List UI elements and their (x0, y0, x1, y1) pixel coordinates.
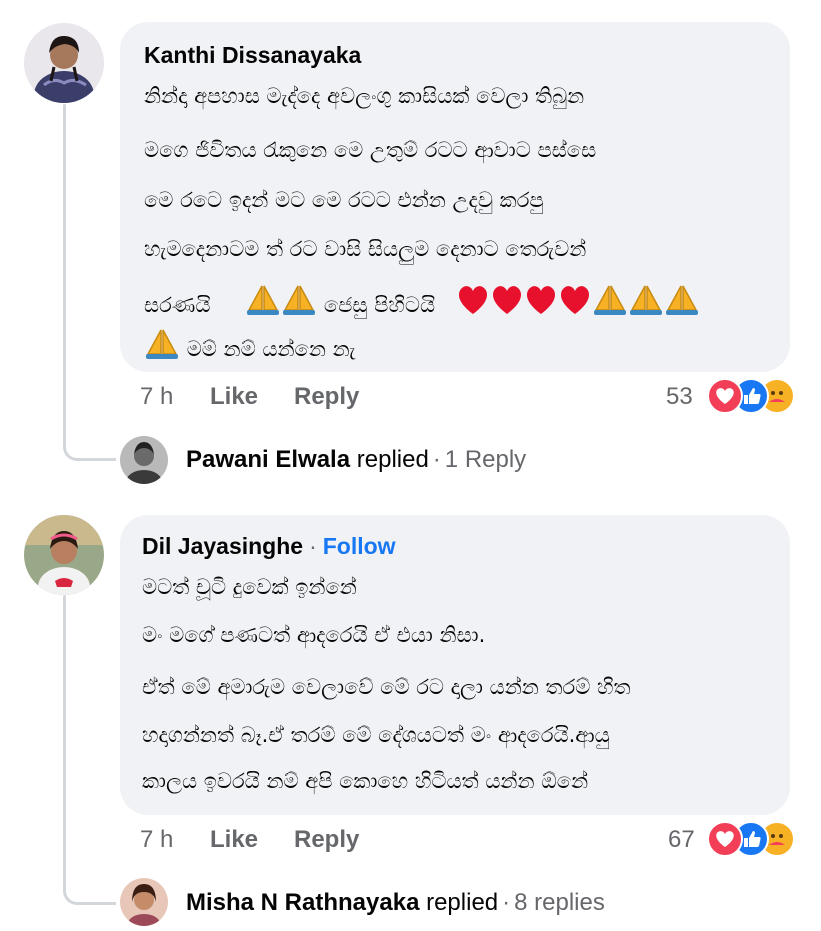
thread-line-1 (63, 104, 66, 434)
comment-actions-1: 7 h Like Reply (140, 383, 440, 413)
thread-elbow-2 (63, 860, 116, 905)
comment-line: හදාගන්නත් බෑ.ඒ තරම් මේ දේශයටත් මං ආදරෙයි… (142, 723, 610, 747)
avatar-kanthi[interactable] (24, 23, 104, 103)
like-button[interactable]: Like (210, 383, 258, 411)
reply-preview-1[interactable]: Pawani Elwala replied · 1 Reply (186, 446, 526, 474)
comment-author[interactable]: Kanthi Dissanayaka (144, 42, 361, 69)
comment-bubble-1: Kanthi Dissanayaka නින්දා අපහාස මැද්දෙ අ… (120, 22, 790, 372)
love-reaction-icon (707, 378, 743, 414)
thread-elbow-1 (63, 420, 116, 461)
red-heart-emoji (490, 284, 524, 321)
reply-button[interactable]: Reply (294, 383, 359, 411)
avatar-dil[interactable] (24, 515, 104, 595)
comment-line: ඒත් මේ අමාරුම වෙලාවේ මේ රට දාලා යන්න තරම… (142, 675, 631, 699)
reply-button[interactable]: Reply (294, 826, 359, 854)
folded-hands-emoji (664, 284, 700, 321)
comment-line-emoji: මම් නම් යන්නෙ නැ (144, 328, 355, 365)
comment-line: මගෙ ජිවිතය රැකුනෙ මෙ උතුම් රටට ආවාට පස්ස… (144, 138, 597, 162)
reaction-count[interactable]: 67 (668, 826, 695, 854)
red-heart-emoji (558, 284, 592, 321)
comment-author[interactable]: Dil Jayasinghe · Follow (142, 533, 396, 560)
comment-line: නින්දා අපහාස මැද්දෙ අවලංගු කාසියක් වෙලා … (144, 84, 585, 108)
folded-hands-emoji (144, 328, 180, 365)
comment-line: මටත් චූටි දුවෙක් ඉන්නේ (142, 575, 357, 599)
comment-line-emoji: සරණයි ජෙසු පිහිටයි (144, 284, 700, 321)
thread-line-2 (63, 595, 66, 875)
comment-line: මං මගේ පණටත් ආදරෙයි ඒ එයා නිසා. (142, 623, 486, 647)
folded-hands-emoji (592, 284, 628, 321)
folded-hands-emoji (628, 284, 664, 321)
comment-actions-2: 7 h Like Reply (140, 826, 440, 856)
comment-time[interactable]: 7 h (140, 826, 173, 854)
comment-bubble-2: Dil Jayasinghe · Follow මටත් චූටි දුවෙක් ඉ… (120, 515, 790, 815)
comment-line: මෙ රටෙ ඉදන් මට මෙ රටට එන්න උදවු කරපු (144, 188, 544, 212)
love-reaction-icon (707, 821, 743, 857)
comment-line: කාලය ඉවරයි නම් අපි කොහෙ හිටියත් යන්න ඕනේ (142, 769, 589, 793)
reaction-icons-2[interactable] (707, 821, 797, 857)
folded-hands-emoji (245, 284, 281, 321)
red-heart-emoji (456, 284, 490, 321)
follow-button[interactable]: Follow (323, 533, 396, 559)
reply-preview-2[interactable]: Misha N Rathnayaka replied · 8 replies (186, 889, 605, 917)
avatar-pawani[interactable] (120, 436, 168, 484)
comment-line: හැමදෙනාටම ත් රට වාසි සියලුම දෙනාට තෙරුවන… (144, 237, 587, 261)
reaction-icons-1[interactable] (707, 378, 797, 414)
avatar-misha[interactable] (120, 878, 168, 926)
like-button[interactable]: Like (210, 826, 258, 854)
red-heart-emoji (524, 284, 558, 321)
folded-hands-emoji (281, 284, 317, 321)
comment-time[interactable]: 7 h (140, 383, 173, 411)
reaction-count[interactable]: 53 (666, 383, 693, 411)
